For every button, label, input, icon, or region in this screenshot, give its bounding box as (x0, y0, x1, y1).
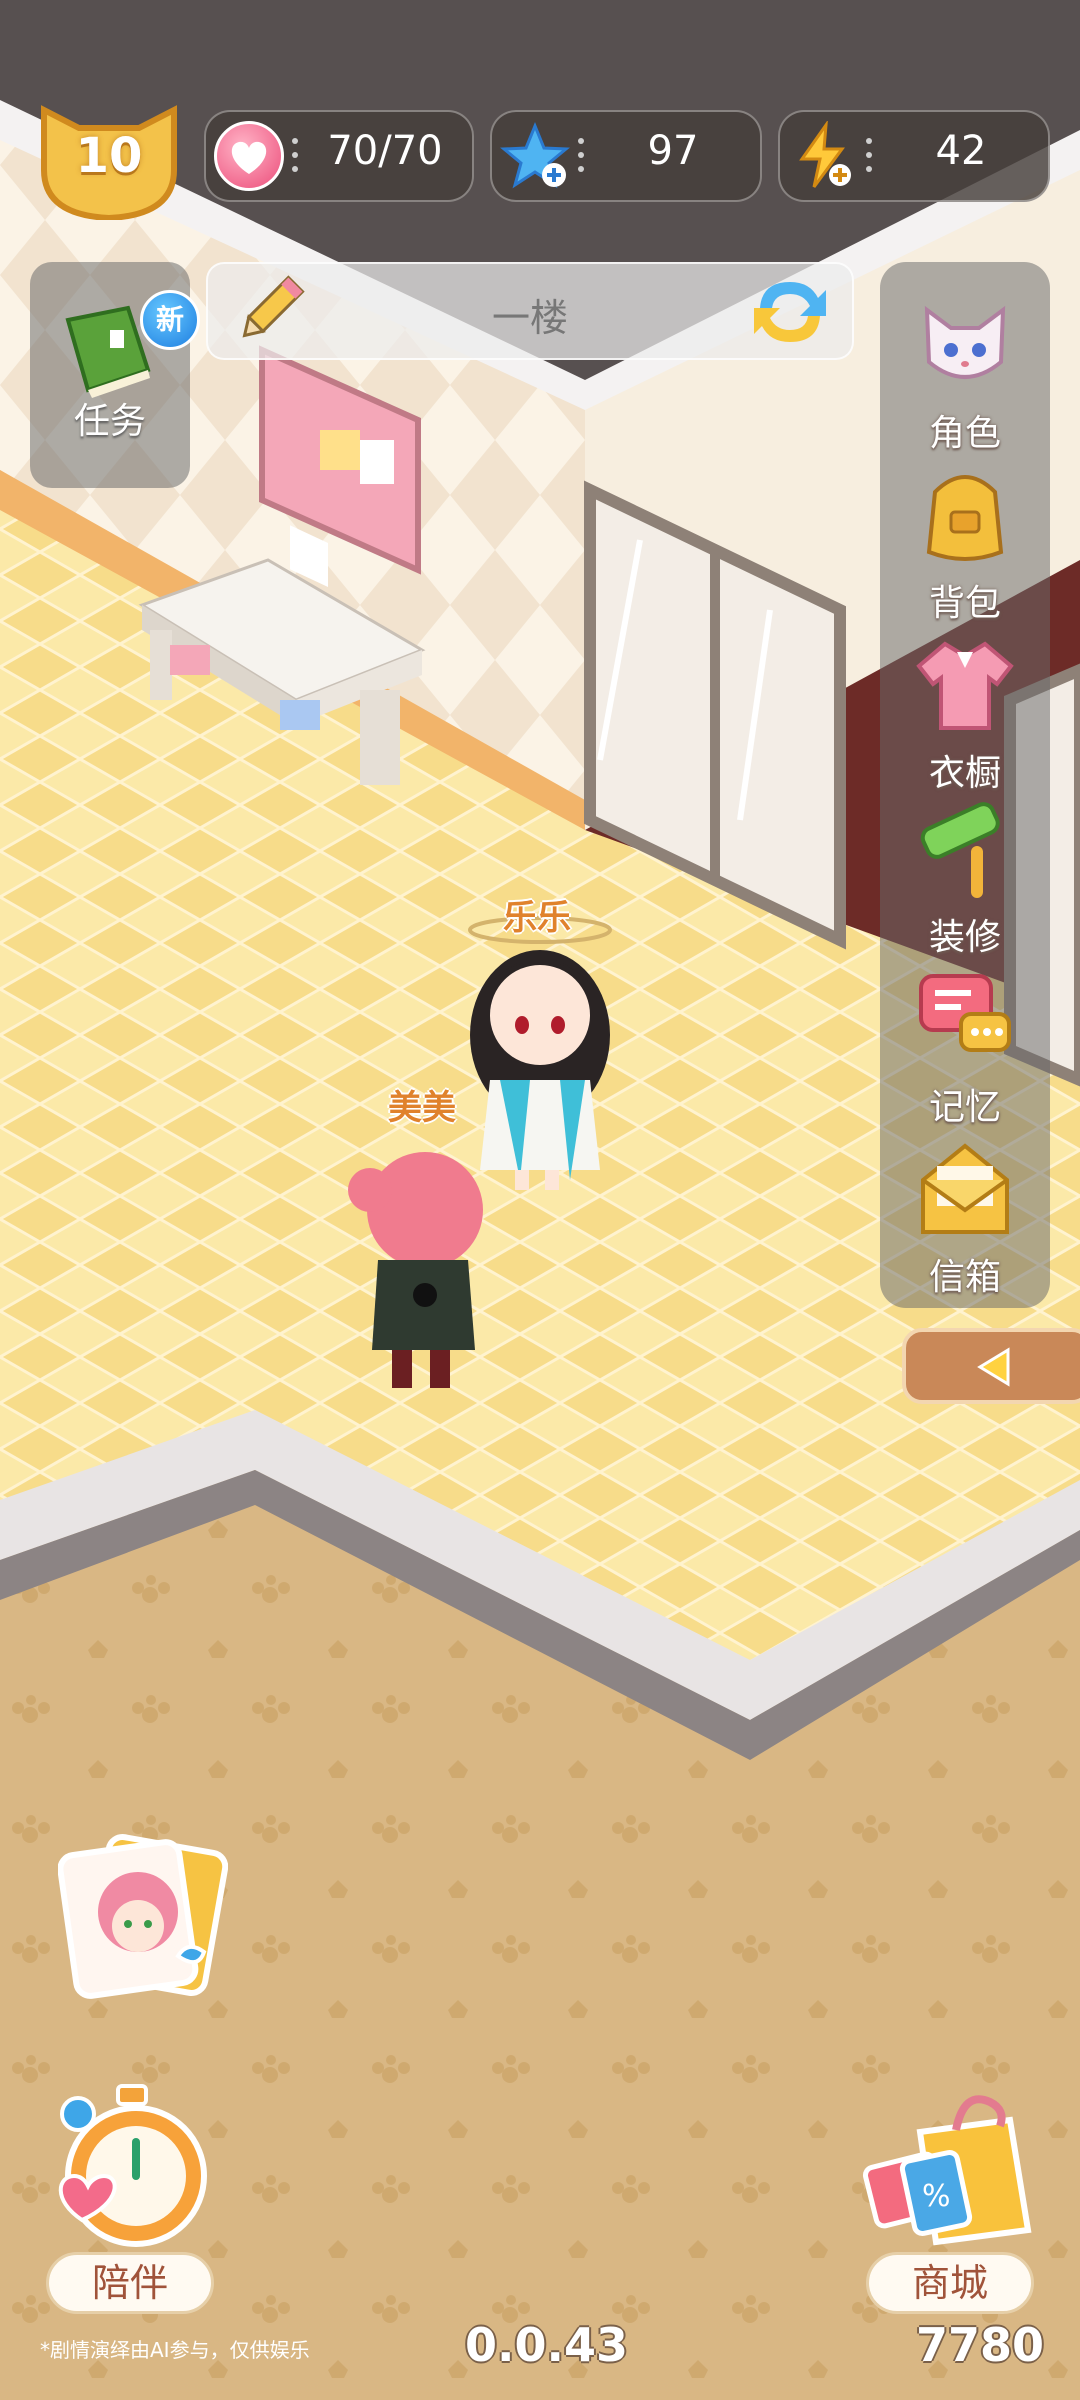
version-number: 0.0.43 (465, 2318, 628, 2372)
menu-character-label: 角色 (928, 413, 1001, 454)
collapse-menu-button[interactable] (902, 1328, 1080, 1404)
score-counter: 7780 (916, 2318, 1045, 2372)
left-arrow-icon (977, 1347, 1010, 1387)
fox-character-icon (924, 305, 1006, 379)
svg-text:%: % (922, 2179, 951, 2214)
level-number: 10 (75, 128, 143, 184)
energy-divider (866, 138, 872, 178)
mail-envelope-icon (921, 1143, 1009, 1234)
energy-value: 42 (935, 128, 987, 174)
shirt-icon (916, 641, 1014, 730)
menu-decorate-label: 装修 (928, 917, 1001, 958)
shop-button[interactable]: 商城 (866, 2252, 1034, 2314)
companion-button[interactable]: 陪伴 (46, 2252, 214, 2314)
stopwatch-icon[interactable] (42, 2080, 222, 2260)
stars-divider (578, 138, 584, 178)
menu-backpack-label: 背包 (928, 583, 1001, 624)
task-label: 任务 (73, 401, 146, 442)
lightning-plus-icon[interactable] (788, 119, 858, 191)
hearts-value: 70/70 (327, 128, 443, 174)
floor-title: 一楼 (491, 296, 568, 340)
shopping-bag-icon[interactable]: % (860, 2080, 1050, 2260)
menu-memory[interactable]: 记忆 (880, 966, 1050, 1128)
character-name-meimei: 美美 (388, 1088, 456, 1128)
backpack-icon (926, 475, 1004, 561)
menu-decorate[interactable]: 装修 (880, 796, 1050, 958)
heart-icon (214, 121, 284, 191)
hearts-divider (292, 138, 298, 178)
menu-memory-label: 记忆 (928, 1087, 1001, 1128)
swap-arrows-icon[interactable] (748, 272, 832, 352)
companion-avatar[interactable] (57, 1830, 229, 2000)
menu-mailbox[interactable]: 信箱 (880, 1136, 1050, 1298)
menu-backpack[interactable]: 背包 (880, 462, 1050, 624)
stars-value: 97 (647, 128, 699, 174)
pencil-icon[interactable] (230, 270, 310, 350)
menu-mailbox-label: 信箱 (928, 1257, 1001, 1298)
chat-bubbles-icon (919, 974, 1011, 1052)
menu-character[interactable]: 角色 (880, 292, 1050, 454)
paint-roller-icon (920, 802, 1000, 898)
star-plus-icon[interactable] (500, 121, 570, 191)
new-badge: 新 (140, 290, 200, 350)
ai-disclaimer: *剧情演绎由AI参与，仅供娱乐 (40, 2338, 310, 2362)
menu-wardrobe-label: 衣橱 (928, 753, 1001, 794)
menu-wardrobe[interactable]: 衣橱 (880, 632, 1050, 794)
character-name-lele: 乐乐 (503, 898, 571, 938)
